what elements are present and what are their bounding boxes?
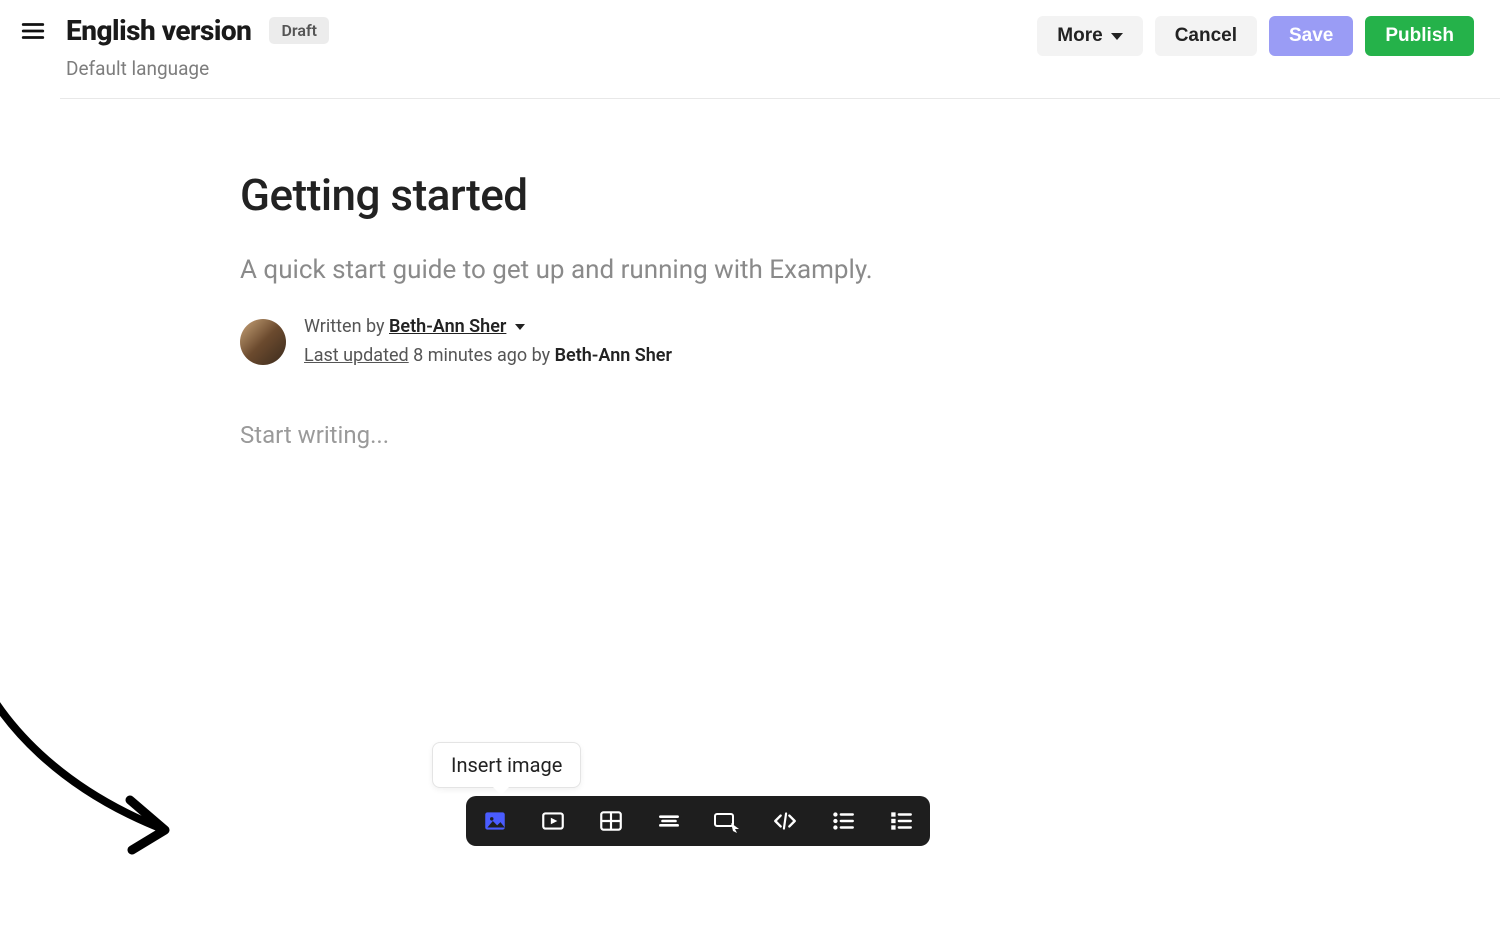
insert-bulleted-list-button[interactable] [828,806,858,836]
updated-by-label: by [532,345,551,366]
header-divider [60,98,1500,99]
insert-table-button[interactable] [596,806,626,836]
save-button[interactable]: Save [1269,16,1353,56]
insert-toolbar [466,796,930,846]
last-updated-link[interactable]: Last updated [304,345,409,366]
insert-image-tooltip: Insert image [432,742,581,788]
editor-placeholder[interactable]: Start writing... [240,421,1140,449]
video-icon [540,808,566,834]
menu-icon[interactable] [20,18,48,46]
insert-numbered-list-button[interactable] [886,806,916,836]
author-caret-icon[interactable] [515,324,525,330]
caret-down-icon [1111,33,1123,40]
document-meta: Written by Beth-Ann Sher Last updated 8 … [304,313,672,371]
divider-icon [656,808,682,834]
document-title[interactable]: Getting started [240,169,1140,221]
insert-divider-button[interactable] [654,806,684,836]
status-badge: Draft [269,17,329,44]
insert-video-button[interactable] [538,806,568,836]
table-icon [598,808,624,834]
cancel-button[interactable]: Cancel [1155,16,1257,56]
code-icon [772,808,798,834]
annotation-arrow [0,450,200,870]
insert-code-button[interactable] [770,806,800,836]
insert-image-button[interactable] [480,806,510,836]
author-avatar [240,319,286,365]
document-description[interactable]: A quick start guide to get up and runnin… [240,255,1140,285]
insert-callout-button[interactable] [712,806,742,836]
more-label: More [1057,25,1102,47]
page-title: English version [66,14,251,47]
button-icon [713,808,741,834]
author-link[interactable]: Beth-Ann Sher [389,316,506,337]
page-subtitle: Default language [66,57,1037,80]
more-button[interactable]: More [1037,16,1142,56]
updated-time: 8 minutes ago [413,345,527,366]
publish-button[interactable]: Publish [1365,16,1474,56]
image-icon [482,808,508,834]
written-by-label: Written by [304,316,385,337]
bulleted-list-icon [830,808,856,834]
numbered-list-icon [888,808,914,834]
updated-by-name: Beth-Ann Sher [555,345,672,366]
